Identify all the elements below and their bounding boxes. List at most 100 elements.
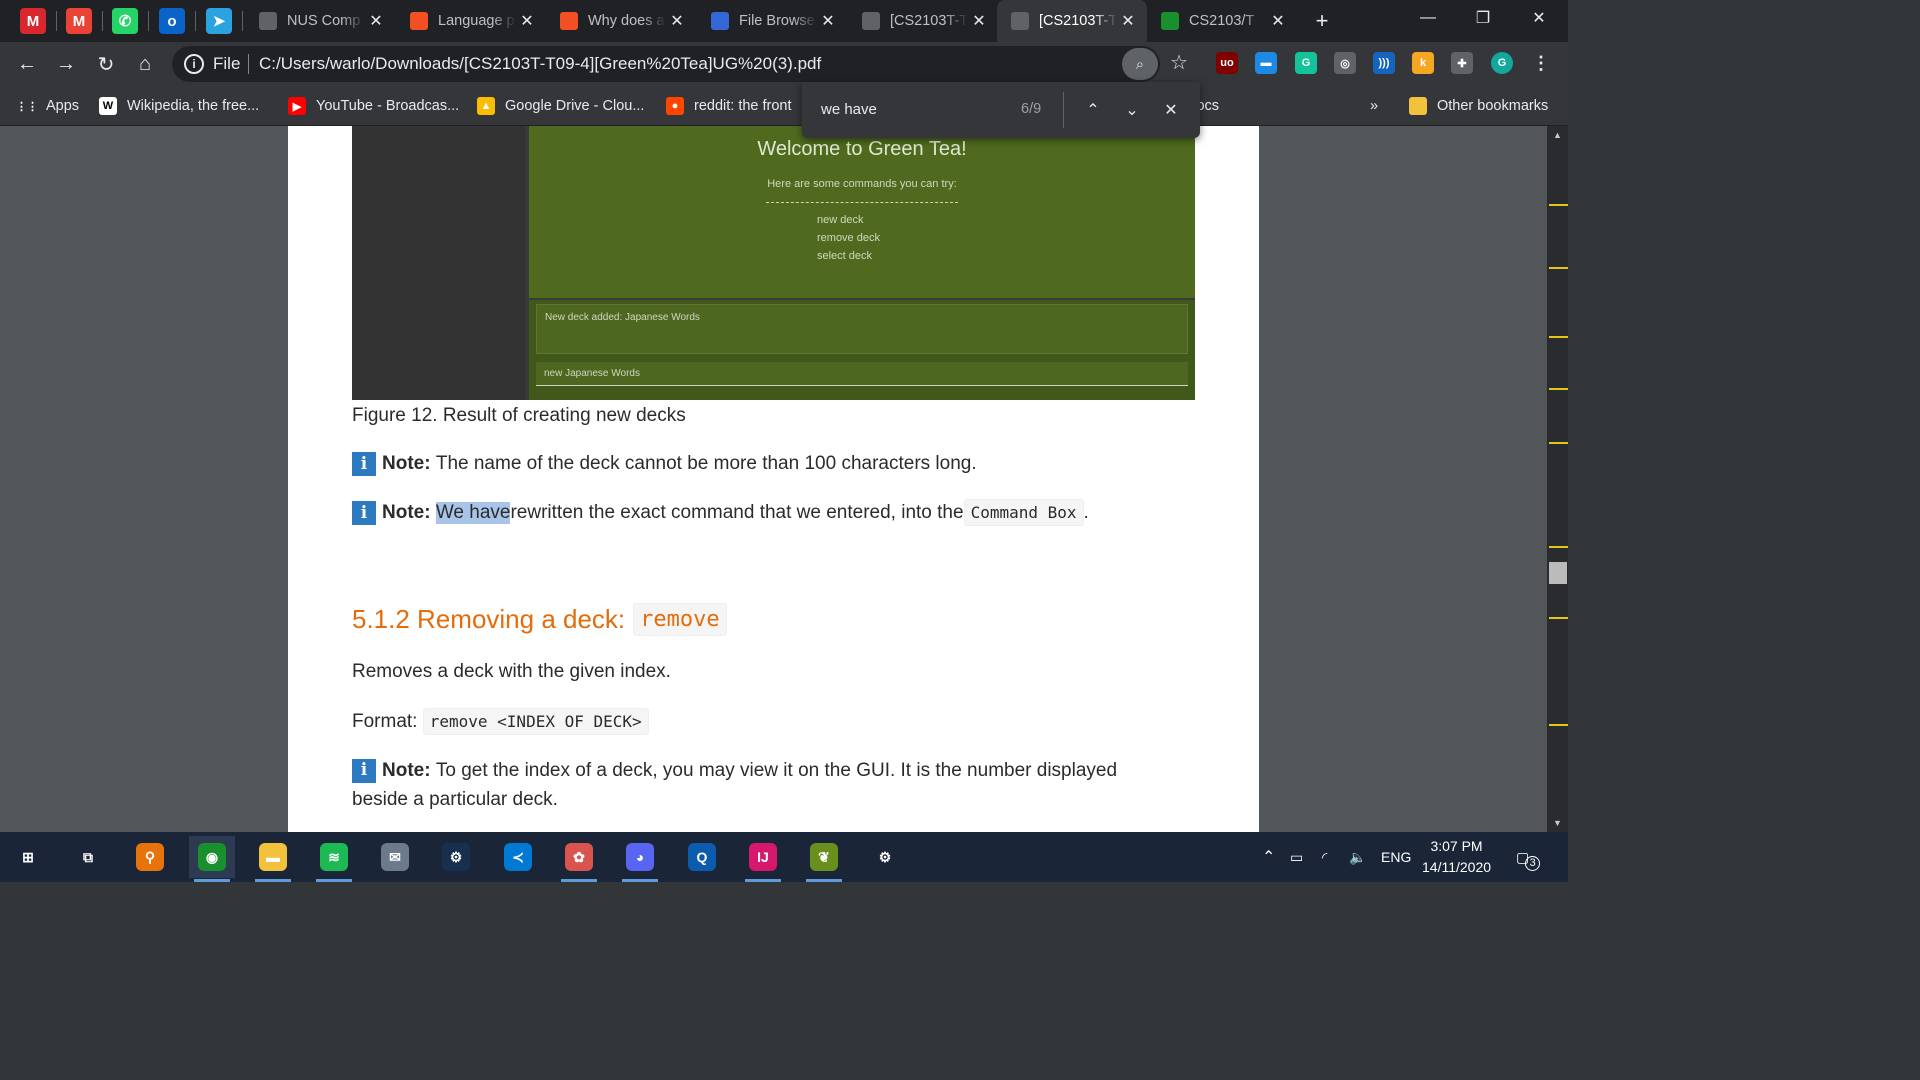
note-index: i Note: To get the index of a deck, you m… xyxy=(352,756,1117,814)
profile-avatar-icon[interactable]: G xyxy=(1491,52,1513,74)
file-browser-icon xyxy=(711,12,729,30)
tab-divider xyxy=(56,11,57,31)
file-explorer-taskbar-button[interactable]: ▬ xyxy=(250,836,296,882)
ublock-icon[interactable]: uo xyxy=(1216,52,1238,74)
tab-close-icon[interactable]: ✕ xyxy=(666,11,688,31)
grammarly-icon[interactable]: G xyxy=(1295,52,1317,74)
action-center-icon[interactable]: ▢ 3 xyxy=(1516,832,1541,882)
note-command-rewritten: i Note: We have rewritten the exact comm… xyxy=(352,499,1089,526)
search-taskbar-button[interactable]: ⚲ xyxy=(127,836,173,878)
whatsapp-icon[interactable]: ✆ xyxy=(112,8,138,34)
tab-title: Language p xyxy=(438,13,515,29)
bookmark-item[interactable]: ▲ Google Drive - Clou... xyxy=(477,94,644,118)
outlook-icon[interactable]: o xyxy=(159,8,185,34)
bookmark-item[interactable]: ● reddit: the front xyxy=(666,94,792,118)
puzzle-icon[interactable]: ✚ xyxy=(1451,52,1473,74)
k-ext-icon[interactable]: k xyxy=(1412,52,1434,74)
running-indicator xyxy=(316,879,352,882)
note-text: To get the index of a deck, you may view… xyxy=(435,760,1118,781)
taskbar: ⌃ ▭ ◜ 🔈 ENG 3:07 PM 14/11/2020 ▢ 3 ⊞ ⧉ ⚲ ◉ ▬ ≋… xyxy=(0,832,1568,882)
tab[interactable]: NUS Comp ✕ xyxy=(245,0,395,42)
forward-icon[interactable]: → xyxy=(52,50,80,78)
discord-icon: ◕ xyxy=(626,843,654,871)
settings-taskbar-button[interactable]: ⚙ xyxy=(862,836,908,878)
find-in-page-icon[interactable]: ⌕ xyxy=(1122,48,1158,80)
telegram-icon[interactable]: ➤ xyxy=(206,8,232,34)
tab-close-icon[interactable]: ✕ xyxy=(817,11,839,31)
section-code: remove xyxy=(633,603,727,636)
back-icon[interactable]: ← xyxy=(13,50,41,78)
bookmark-star-icon[interactable]: ☆ xyxy=(1166,50,1192,76)
tab[interactable]: Language p ✕ xyxy=(396,0,546,42)
owl-icon[interactable]: ◎ xyxy=(1334,52,1356,74)
bookmark-favicon-icon: ▲ xyxy=(477,97,495,115)
gmail-icon[interactable]: M xyxy=(66,8,92,34)
task-view-taskbar-button[interactable]: ⧉ xyxy=(65,836,111,878)
mega-icon[interactable]: M xyxy=(20,8,46,34)
scrollbar[interactable]: ▲ ▼ xyxy=(1547,126,1568,832)
note-label: Note: xyxy=(382,501,431,523)
scroll-up-icon[interactable]: ▲ xyxy=(1547,130,1568,140)
start-taskbar-button[interactable]: ⊞ xyxy=(5,836,51,878)
find-next-icon[interactable]: ⌄ xyxy=(1120,98,1144,122)
figure-caption: Figure 12. Result of creating new decks xyxy=(352,405,686,426)
tab-close-icon[interactable]: ✕ xyxy=(365,11,387,31)
info-icon[interactable]: i xyxy=(184,54,204,74)
find-marker xyxy=(1549,724,1568,726)
tab[interactable]: [CS2103T-T ✕ xyxy=(848,0,998,42)
tray-chevron-icon[interactable]: ⌃ xyxy=(1262,832,1275,882)
home-icon[interactable]: ⌂ xyxy=(131,50,159,78)
tab-close-icon[interactable]: ✕ xyxy=(1117,11,1139,31)
new-tab-button[interactable]: + xyxy=(1309,8,1335,34)
language-indicator[interactable]: ENG xyxy=(1381,832,1411,882)
paint-taskbar-button[interactable]: ✿ xyxy=(556,836,602,882)
address-bar[interactable]: i File C:/Users/warlo/Downloads/[CS2103T… xyxy=(172,46,1160,82)
url-text[interactable]: C:/Users/warlo/Downloads/[CS2103T-T09-4]… xyxy=(259,54,821,74)
sprout-taskbar-button[interactable]: ❦ xyxy=(801,836,847,882)
scroll-down-icon[interactable]: ▼ xyxy=(1547,818,1568,828)
find-marker xyxy=(1549,204,1568,206)
close-window-button[interactable]: ✕ xyxy=(1516,0,1562,36)
file-explorer-icon: ▬ xyxy=(259,843,287,871)
tab[interactable]: CS2103/T ✕ xyxy=(1147,0,1297,42)
bookmarks-overflow-button[interactable]: » xyxy=(1370,94,1378,118)
discord-taskbar-button[interactable]: ◕ xyxy=(617,836,663,882)
find-close-icon[interactable]: ✕ xyxy=(1159,98,1183,122)
wifi-ext-icon[interactable]: ))) xyxy=(1373,52,1395,74)
bookmark-item[interactable]: W Wikipedia, the free... xyxy=(99,94,259,118)
scroll-thumb[interactable] xyxy=(1549,562,1567,584)
steam-taskbar-button[interactable]: ⚙ xyxy=(433,836,479,878)
reload-icon[interactable]: ↻ xyxy=(92,50,120,78)
running-indicator xyxy=(745,879,781,882)
menu-icon[interactable]: ⋮ xyxy=(1530,52,1552,74)
note-label: Note: xyxy=(382,760,431,781)
spotify-taskbar-button[interactable]: ≋ xyxy=(311,836,357,882)
tab-title: [CS2103T-T xyxy=(890,13,968,29)
intellij-taskbar-button[interactable]: IJ xyxy=(740,836,786,882)
find-previous-icon[interactable]: ⌃ xyxy=(1081,98,1105,122)
clock[interactable]: 3:07 PM 14/11/2020 xyxy=(1422,832,1491,882)
tab-close-icon[interactable]: ✕ xyxy=(1267,11,1289,31)
tab-close-icon[interactable]: ✕ xyxy=(516,11,538,31)
volume-icon[interactable]: 🔈 xyxy=(1349,832,1366,882)
wifi-icon[interactable]: ◜ xyxy=(1322,832,1327,882)
tab-close-icon[interactable]: ✕ xyxy=(968,11,990,31)
chrome-taskbar-button[interactable]: ◉ xyxy=(189,836,235,882)
tab[interactable]: Why does a ✕ xyxy=(546,0,696,42)
minimize-button[interactable]: — xyxy=(1405,0,1451,36)
vscode-taskbar-button[interactable]: ≺ xyxy=(495,836,541,878)
battery-icon[interactable]: ▭ xyxy=(1290,832,1303,882)
tab[interactable]: File Browse ✕ xyxy=(697,0,847,42)
task-view-icon: ⧉ xyxy=(74,843,102,871)
tab-title: Why does a xyxy=(588,13,665,29)
zoom-like-taskbar-button[interactable]: Q xyxy=(679,836,725,878)
window-ext-icon[interactable]: ▬ xyxy=(1255,52,1277,74)
tab-divider xyxy=(242,11,243,31)
photos-taskbar-button[interactable]: ✉ xyxy=(372,836,418,878)
tab[interactable]: [CS2103T-T ✕ xyxy=(997,0,1147,42)
find-input[interactable]: we have xyxy=(821,101,877,118)
bookmark-item[interactable]: ▶ YouTube - Broadcas... xyxy=(288,94,459,118)
restore-button[interactable]: ❐ xyxy=(1460,0,1506,36)
other-bookmarks[interactable]: Other bookmarks xyxy=(1409,94,1548,118)
bookmark-item[interactable]: ⋮⋮ Apps xyxy=(16,94,79,118)
